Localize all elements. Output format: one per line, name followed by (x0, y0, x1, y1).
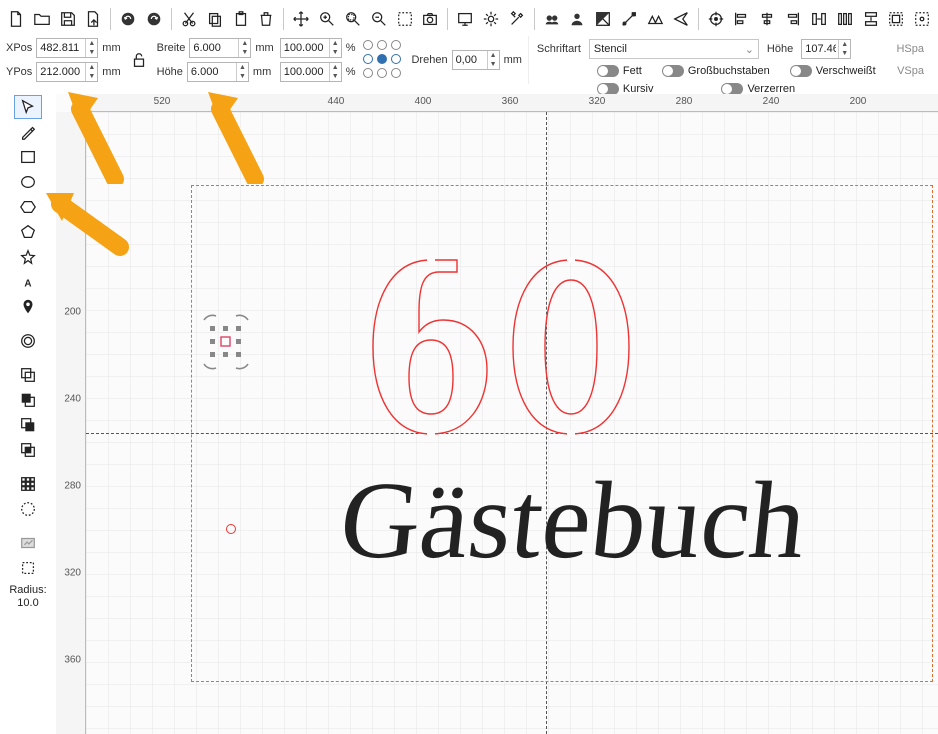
vspa-label: VSpa (897, 65, 924, 77)
tools-button[interactable] (505, 7, 529, 31)
group-button[interactable] (540, 7, 564, 31)
fett-toggle[interactable]: Fett (597, 65, 642, 77)
marquee2-button[interactable] (885, 7, 909, 31)
ypos-input[interactable]: ▲▼ (36, 62, 98, 82)
grid-tool[interactable] (14, 472, 42, 496)
dist-m-button[interactable] (833, 7, 857, 31)
xpos-label: XPos (6, 42, 32, 54)
drehen-label: Drehen (411, 54, 447, 66)
pencil-tool[interactable] (14, 120, 42, 144)
canvas-area: 520 440 400 360 320 280 240 200 200 240 … (56, 94, 938, 734)
layers1-tool[interactable] (14, 363, 42, 387)
copy-button[interactable] (203, 7, 227, 31)
ypos-label: YPos (6, 66, 32, 78)
align-triangles-button[interactable] (643, 7, 667, 31)
lock-aspect-button[interactable] (127, 36, 151, 84)
anchor-selector[interactable] (363, 40, 403, 80)
monitor-button[interactable] (453, 7, 477, 31)
ring-tool[interactable] (14, 329, 42, 353)
unit-mm: mm (102, 42, 120, 54)
target-button[interactable] (704, 7, 728, 31)
align-left-button[interactable] (730, 7, 754, 31)
font-panel: Schriftart Stencil⌄ Höhe ▲▼ HSpa Fett Gr… (528, 36, 932, 84)
property-bar: XPos ▲▼ mm YPos ▲▼ mm Breite ▲▼ mm Höhe … (0, 34, 938, 86)
font-hoehe-label: Höhe (767, 43, 793, 55)
cut-button[interactable] (177, 7, 201, 31)
selection-handles[interactable] (196, 312, 256, 372)
rect-tool[interactable] (14, 145, 42, 169)
settings-button[interactable] (479, 7, 503, 31)
ruler-vertical[interactable]: 200 240 280 320 360 (56, 112, 86, 734)
hspa-label: HSpa (896, 43, 924, 55)
move-button[interactable] (289, 7, 313, 31)
radius-label: Radius:10.0 (1, 584, 55, 610)
save-button[interactable] (56, 7, 80, 31)
paste-button[interactable] (229, 7, 253, 31)
marquee-button[interactable] (393, 7, 417, 31)
tool-palette: A Radius:10.0 (1, 94, 55, 734)
font-family-select[interactable]: Stencil⌄ (589, 39, 759, 59)
align-right-button[interactable] (781, 7, 805, 31)
align-center-button[interactable] (755, 7, 779, 31)
text-shape-script[interactable]: Gästebuch (334, 457, 812, 584)
dist-v-button[interactable] (859, 7, 883, 31)
zoom-out-button[interactable] (367, 7, 391, 31)
gross-toggle[interactable]: Großbuchstaben (662, 65, 770, 77)
breite-label: Breite (157, 42, 186, 54)
scale-x-input[interactable]: ▲▼ (280, 38, 342, 58)
main-toolbar (0, 4, 938, 34)
ruler-horizontal[interactable]: 520 440 400 360 320 280 240 200 (86, 94, 938, 112)
apply-tool[interactable] (14, 531, 42, 555)
ellipse-tool[interactable] (14, 170, 42, 194)
viewport[interactable]: Gästebuch (86, 112, 938, 734)
verschw-toggle[interactable]: Verschweißt (790, 65, 876, 77)
font-hoehe-input[interactable]: ▲▼ (801, 39, 851, 59)
open-folder-button[interactable] (30, 7, 54, 31)
star-tool[interactable] (14, 245, 42, 269)
text-shape-60[interactable] (361, 252, 641, 442)
crop-tool[interactable] (14, 556, 42, 580)
breite-input[interactable]: ▲▼ (189, 38, 251, 58)
text-tool[interactable]: A (14, 270, 42, 294)
hoehe-label: Höhe (157, 66, 183, 78)
layers3-tool[interactable] (14, 413, 42, 437)
drehen-input[interactable]: ▲▼ (452, 50, 500, 70)
pin-tool[interactable] (14, 295, 42, 319)
invert-button[interactable] (591, 7, 615, 31)
delete-button[interactable] (254, 7, 278, 31)
small-circle-shape[interactable] (226, 524, 236, 534)
svg-text:A: A (24, 279, 31, 290)
export-button[interactable] (81, 7, 105, 31)
user-button[interactable] (566, 7, 590, 31)
layers2-tool[interactable] (14, 388, 42, 412)
zoom-region-button[interactable] (341, 7, 365, 31)
schriftart-label: Schriftart (537, 43, 581, 55)
measure-button[interactable] (617, 7, 641, 31)
new-file-button[interactable] (4, 7, 28, 31)
snap-button[interactable] (910, 7, 934, 31)
hoehe-input[interactable]: ▲▼ (187, 62, 249, 82)
hexagon-tool[interactable] (14, 195, 42, 219)
pointer-tool[interactable] (14, 95, 42, 119)
undo-button[interactable] (116, 7, 140, 31)
dist-h-button[interactable] (807, 7, 831, 31)
polygon-tool[interactable] (14, 220, 42, 244)
layers4-tool[interactable] (14, 438, 42, 462)
dotted-tool[interactable] (14, 497, 42, 521)
redo-button[interactable] (142, 7, 166, 31)
zoom-in-button[interactable] (315, 7, 339, 31)
send-button[interactable] (669, 7, 693, 31)
xpos-input[interactable]: ▲▼ (36, 38, 98, 58)
camera-button[interactable] (418, 7, 442, 31)
scale-y-input[interactable]: ▲▼ (280, 62, 342, 82)
